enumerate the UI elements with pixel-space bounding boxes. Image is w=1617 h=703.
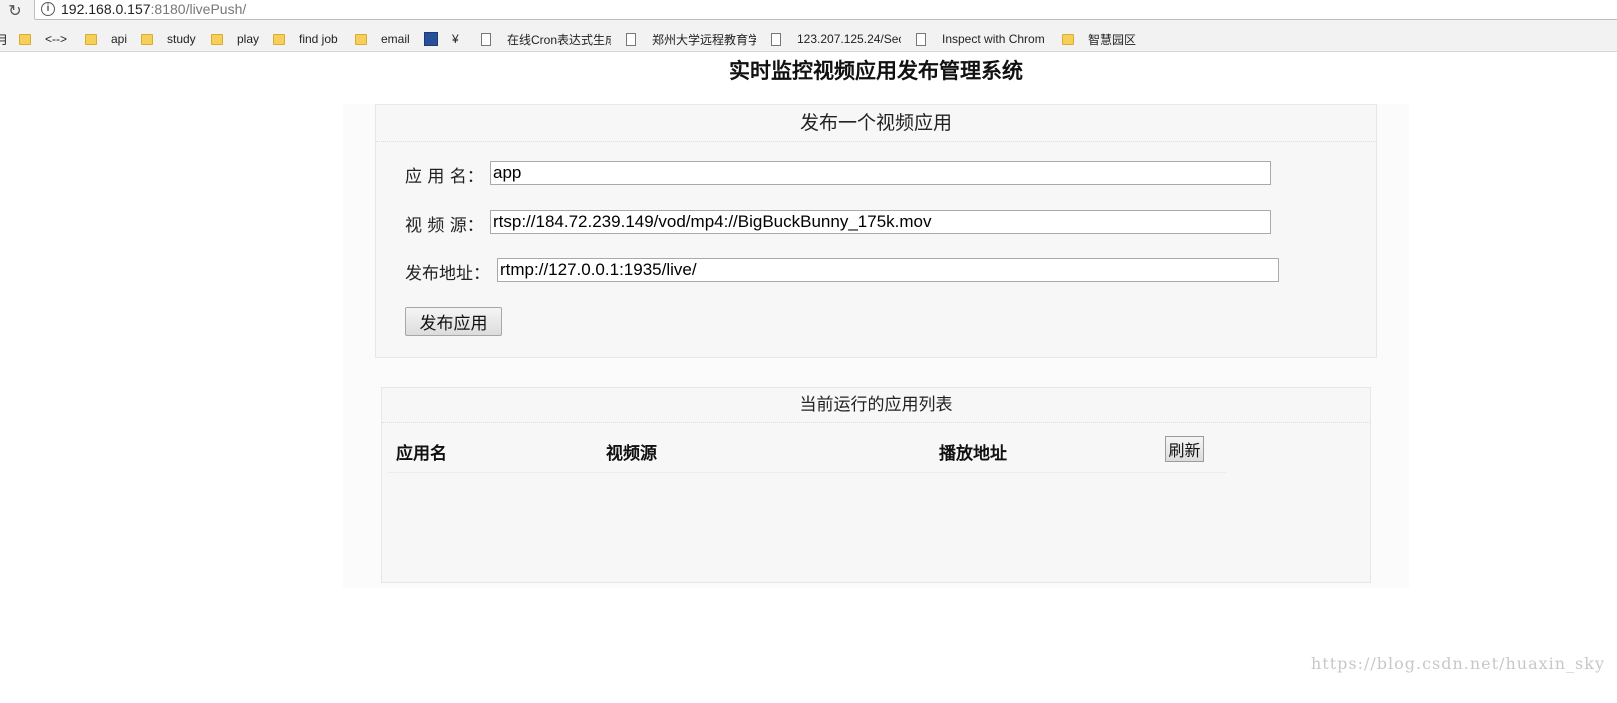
publish-url-label: 发布地址： [405,264,490,284]
bookmark-folder[interactable]: <--> [19,30,67,48]
folder-icon [273,33,285,45]
column-header-app-name: 应用名 [396,444,447,464]
folder-icon [141,33,153,45]
table-header-divider [388,472,1226,473]
folder-icon [355,33,367,45]
bookmark-folder[interactable]: play [211,30,259,48]
folder-icon [211,33,223,45]
app-name-input[interactable] [490,161,1271,185]
watermark-text: https://blog.csdn.net/huaxin_sky [1310,654,1605,673]
page-icon [481,32,491,46]
site-tile-icon [424,32,438,46]
video-source-input[interactable] [490,210,1271,234]
bookmark-folder[interactable]: email [355,30,410,48]
page-icon [916,32,926,46]
bookmark-item[interactable]: 月 [0,30,8,48]
bookmark-label: <--> [45,32,68,46]
bookmark-label: email [381,32,410,46]
bookmark-page[interactable]: 在线Cron表达式生成 [481,30,611,48]
bookmark-page[interactable]: 123.207.125.24/Sec [771,30,901,48]
video-source-label: 视 频 源： [405,216,484,236]
running-apps-header: 当前运行的应用列表 [382,388,1370,423]
bookmark-folder[interactable]: 智慧园区 [1062,30,1136,48]
bookmark-label: Inspect with Chrom [942,32,1045,46]
column-header-play-url: 播放地址 [939,444,1007,464]
bookmark-folder[interactable]: find job [273,30,338,48]
app-name-label: 应 用 名： [405,167,484,187]
page-icon [771,32,781,46]
folder-icon [19,33,31,45]
publish-panel: 发布一个视频应用 应 用 名： 视 频 源： 发布地址： 发布应用 [375,104,1377,358]
bookmark-folder[interactable]: api [85,30,127,48]
bookmark-label: 月 [0,32,9,47]
address-bar[interactable]: i 192.168.0.157:8180/livePush/ [34,0,1617,20]
browser-toolbar: ↻ i 192.168.0.157:8180/livePush/ [0,0,1617,24]
bookmark-label: 在线Cron表达式生成 [507,32,611,47]
url-path: :8180/livePush/ [150,1,247,17]
column-header-video-source: 视频源 [606,444,657,464]
url-host: 192.168.0.157 [61,1,151,17]
publish-app-button[interactable]: 发布应用 [405,307,502,336]
bookmarks-bar: 月 <--> api study play find job email ¥ 在… [0,24,1617,52]
bookmark-label: 郑州大学远程教育学 [652,32,756,47]
bookmark-label: 123.207.125.24/Sec [797,32,901,46]
info-icon[interactable]: i [41,2,55,16]
bookmark-label: 智慧园区 [1088,32,1137,47]
publish-url-input[interactable] [497,258,1279,282]
bookmark-folder[interactable]: study [141,30,196,48]
bookmark-yen[interactable]: ¥ [452,30,463,48]
bookmark-page[interactable]: 郑州大学远程教育学 [626,30,756,48]
page-icon [626,32,636,46]
bookmark-tile[interactable] [424,30,446,48]
bookmark-label: find job [299,32,338,46]
page-title: 实时监控视频应用发布管理系统 [729,59,1023,83]
refresh-button[interactable]: 刷新 [1165,436,1204,462]
publish-panel-header: 发布一个视频应用 [376,105,1376,142]
bookmark-label: api [111,32,128,46]
bookmark-label: study [167,32,196,46]
folder-icon [1062,33,1074,45]
folder-icon [85,33,97,45]
reload-icon[interactable]: ↻ [4,0,26,20]
bookmark-page[interactable]: Inspect with Chrom [916,30,1046,48]
bookmark-label: ¥ [452,32,459,46]
running-apps-panel: 当前运行的应用列表 应用名 视频源 播放地址 刷新 [381,387,1371,583]
bookmark-label: play [237,32,260,46]
